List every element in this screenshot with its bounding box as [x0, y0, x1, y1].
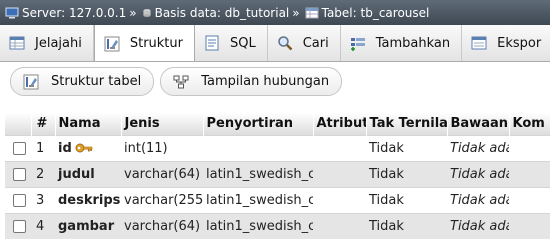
row-checkbox-cell: [5, 134, 31, 161]
breadcrumb-table-label: Tabel: tb_carousel: [321, 5, 430, 20]
row-default: Tidak ada: [447, 212, 509, 239]
main-tabs: Jelajahi Struktur SQL Cari Tambahkan Eks…: [0, 25, 550, 62]
row-comments: [509, 212, 550, 239]
row-collation: latin1_swedish_ci: [203, 212, 313, 239]
row-comments: [509, 134, 550, 161]
tab-browse-label: Jelajahi: [35, 35, 82, 51]
header-collation[interactable]: Penyortiran: [203, 113, 314, 135]
structure-icon: [23, 74, 39, 89]
row-type: varchar(64): [121, 212, 203, 239]
row-default: Tidak ada: [447, 186, 509, 213]
sql-icon: [205, 35, 219, 51]
tab-search-label: Cari: [302, 35, 329, 51]
breadcrumb-server-label: Server: 127.0.0.1: [22, 5, 127, 20]
row-checkbox[interactable]: [13, 141, 26, 155]
tab-insert[interactable]: Tambahkan: [341, 25, 463, 61]
row-collation: latin1_swedish_ci: [203, 160, 313, 187]
tab-export[interactable]: Ekspor: [462, 25, 550, 61]
structure-table-container: # Nama Jenis Penyortiran Atribut Tak Ter…: [5, 113, 550, 239]
relation-view-button[interactable]: Tampilan hubungan: [160, 67, 343, 96]
row-name[interactable]: judul: [55, 160, 121, 187]
row-number: 2: [31, 160, 55, 187]
breadcrumb-server[interactable]: Server: 127.0.0.1: [3, 6, 126, 20]
tab-insert-label: Tambahkan: [375, 35, 451, 51]
server-icon: [5, 7, 19, 18]
tab-browse[interactable]: Jelajahi: [0, 25, 94, 61]
row-checkbox[interactable]: [13, 167, 26, 181]
browse-icon: [9, 36, 25, 50]
structure-icon: [104, 36, 120, 51]
tab-structure-label: Struktur: [129, 36, 183, 51]
header-null[interactable]: Tak Ternilai: [366, 113, 448, 135]
relation-icon: [173, 75, 189, 88]
header-attributes[interactable]: Atribut: [313, 113, 367, 135]
row-number: 1: [31, 134, 55, 161]
row-collation: latin1_swedish_ci: [203, 186, 313, 213]
breadcrumb-separator: »: [292, 5, 300, 20]
row-number: 3: [31, 186, 55, 213]
row-checkbox-cell: [5, 160, 31, 187]
row-type: varchar(64): [121, 160, 203, 187]
row-checkbox-cell: [5, 212, 31, 239]
table-row[interactable]: 2 judul varchar(64) latin1_swedish_ci Ti…: [5, 160, 550, 187]
row-name[interactable]: deskripsi: [55, 186, 121, 213]
row-null: Tidak: [366, 134, 447, 161]
row-collation: [203, 134, 313, 161]
header-default[interactable]: Bawaan: [447, 113, 510, 135]
row-name-cell: id: [55, 134, 121, 161]
header-type[interactable]: Jenis: [121, 113, 204, 135]
tab-sql-label: SQL: [230, 35, 256, 51]
row-null: Tidak: [366, 212, 447, 239]
row-null: Tidak: [366, 186, 447, 213]
table-structure-label: Struktur tabel: [51, 74, 142, 89]
header-name[interactable]: Nama: [55, 113, 122, 135]
header-checkbox: [5, 113, 32, 135]
tab-export-label: Ekspor: [497, 35, 542, 51]
header-comments[interactable]: Kom: [509, 113, 550, 135]
table-row[interactable]: 4 gambar varchar(64) latin1_swedish_ci T…: [5, 212, 550, 239]
row-comments: [509, 186, 550, 213]
tab-search[interactable]: Cari: [268, 25, 341, 61]
primary-key-icon: [75, 143, 93, 153]
breadcrumb-database-label: Basis data: db_tutorial: [154, 5, 290, 20]
table-row[interactable]: 1 id int(11) Tidak Tidak ada: [5, 134, 550, 161]
row-attributes: [313, 134, 366, 161]
table-header-row: # Nama Jenis Penyortiran Atribut Tak Ter…: [5, 113, 550, 135]
breadcrumb-table[interactable]: Tabel: tb_carousel: [303, 5, 430, 20]
export-icon: [471, 36, 487, 50]
sub-navigation: Struktur tabel Tampilan hubungan: [10, 67, 343, 96]
tab-structure[interactable]: Struktur: [93, 25, 195, 61]
breadcrumb: Server: 127.0.0.1 » Basis data: db_tutor…: [0, 0, 550, 25]
row-default: Tidak ada: [447, 160, 509, 187]
search-icon: [277, 36, 293, 51]
row-number: 4: [31, 212, 55, 239]
row-default: Tidak ada: [447, 134, 509, 161]
row-attributes: [313, 160, 366, 187]
breadcrumb-separator: »: [129, 5, 137, 20]
insert-icon: [350, 38, 365, 51]
row-attributes: [313, 212, 366, 239]
row-checkbox-cell: [5, 186, 31, 213]
database-icon: [143, 8, 151, 17]
row-name[interactable]: id: [58, 141, 72, 156]
tab-sql[interactable]: SQL: [195, 25, 268, 61]
row-checkbox[interactable]: [13, 219, 26, 233]
row-checkbox[interactable]: [13, 193, 26, 207]
table-icon: [305, 7, 319, 18]
row-type: varchar(255): [121, 186, 203, 213]
breadcrumb-database[interactable]: Basis data: db_tutorial: [140, 5, 290, 20]
row-null: Tidak: [366, 160, 447, 187]
row-type: int(11): [121, 134, 203, 161]
header-number[interactable]: #: [31, 113, 56, 135]
relation-view-label: Tampilan hubungan: [201, 74, 330, 89]
structure-table: # Nama Jenis Penyortiran Atribut Tak Ter…: [5, 113, 550, 239]
row-attributes: [313, 186, 366, 213]
row-comments: [509, 160, 550, 187]
table-structure-button[interactable]: Struktur tabel: [10, 67, 155, 96]
table-row[interactable]: 3 deskripsi varchar(255) latin1_swedish_…: [5, 186, 550, 213]
row-name[interactable]: gambar: [55, 212, 121, 239]
